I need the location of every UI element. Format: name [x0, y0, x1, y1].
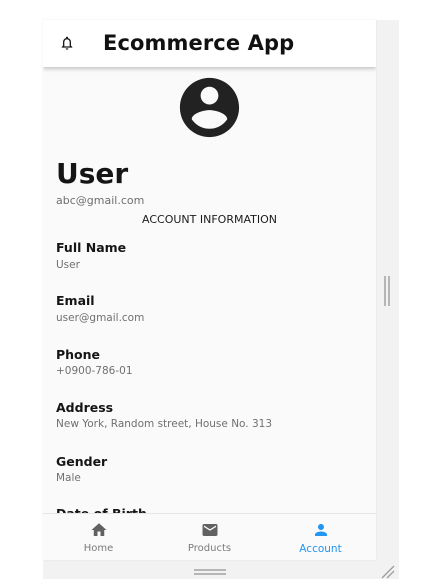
vertical-drag-handle[interactable]	[384, 276, 390, 306]
address-value: New York, Random street, House No. 313	[56, 418, 273, 430]
horizontal-drag-handle[interactable]	[194, 569, 226, 575]
gender-label: Gender	[56, 454, 108, 469]
home-icon	[90, 521, 108, 539]
nav-item-home[interactable]: Home	[43, 514, 154, 560]
bottom-navigation: Home Products Account	[43, 513, 376, 560]
phone-screen: Ecommerce App User abc@gmail.com ACCOUNT…	[43, 20, 376, 560]
full-name-value: User	[56, 259, 80, 271]
app-bar: Ecommerce App	[43, 20, 376, 67]
profile-email: abc@gmail.com	[56, 194, 145, 207]
nav-label-account: Account	[299, 543, 342, 555]
bell-icon[interactable]	[59, 35, 75, 51]
mail-icon	[201, 521, 219, 539]
app-window: Ecommerce App User abc@gmail.com ACCOUNT…	[0, 0, 424, 579]
person-icon	[312, 521, 330, 539]
full-name-label: Full Name	[56, 240, 127, 255]
address-label: Address	[56, 400, 114, 415]
section-title: ACCOUNT INFORMATION	[142, 213, 277, 226]
phone-value: +0900-786-01	[56, 365, 133, 377]
nav-item-account[interactable]: Account	[265, 514, 376, 560]
resize-grip-icon[interactable]	[379, 563, 395, 579]
nav-label-home: Home	[83, 543, 114, 554]
phone-label: Phone	[56, 347, 101, 362]
gender-value: Male	[56, 472, 81, 484]
nav-label-products: Products	[187, 543, 232, 554]
email-label: Email	[56, 293, 95, 308]
email-value: user@gmail.com	[56, 312, 145, 324]
app-title: Ecommerce App	[103, 31, 295, 55]
account-circle-icon	[174, 72, 245, 143]
profile-name: User	[56, 157, 129, 190]
nav-item-products[interactable]: Products	[154, 514, 265, 560]
